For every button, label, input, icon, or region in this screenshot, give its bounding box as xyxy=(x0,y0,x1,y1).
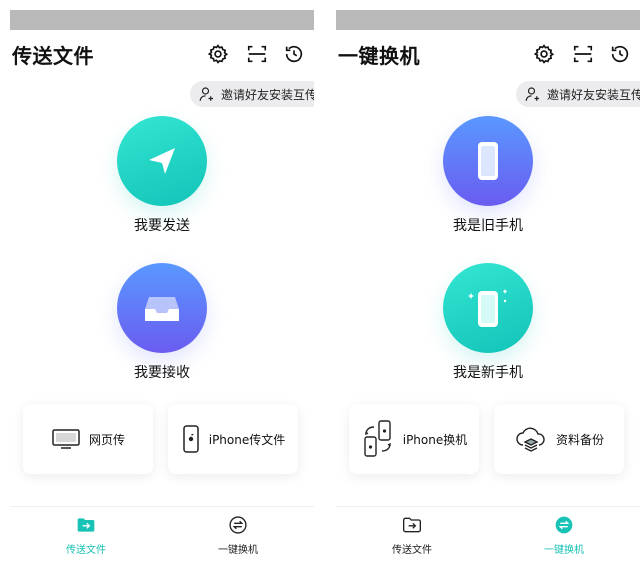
tab-transfer-files[interactable]: 传送文件 xyxy=(336,507,488,564)
status-bar xyxy=(10,10,314,30)
tab-transfer-files[interactable]: 传送文件 xyxy=(10,507,162,564)
data-backup-card[interactable]: 资料备份 xyxy=(494,404,624,474)
receive-label: 我要接收 xyxy=(134,365,190,381)
old-phone-button[interactable] xyxy=(443,116,533,206)
add-user-icon xyxy=(525,87,539,101)
invite-friends-button[interactable]: 邀请好友安装互传 xyxy=(190,81,314,107)
tab-phone-clone[interactable]: 一键换机 xyxy=(162,507,314,564)
iphone-clone-label: iPhone换机 xyxy=(402,432,468,447)
folder-transfer-icon xyxy=(403,517,421,533)
phone-icon xyxy=(478,142,498,180)
new-phone-label: 我是新手机 xyxy=(453,365,523,381)
invite-friends-button[interactable]: 邀请好友安装互传 xyxy=(516,81,640,107)
inbox-tray-icon xyxy=(145,297,179,321)
swap-icon xyxy=(555,516,573,534)
panel-transfer-files: 传送文件 邀请好友安装互传 我要发送 我要接收 网页传 iPhone传文件 传送… xyxy=(0,0,314,567)
web-transfer-card[interactable]: 网页传 xyxy=(23,404,153,474)
folder-transfer-icon xyxy=(77,518,95,532)
receive-button[interactable] xyxy=(117,263,207,353)
tab-label: 传送文件 xyxy=(392,545,432,556)
bottom-nav: 传送文件 一键换机 xyxy=(10,506,314,564)
panel-divider xyxy=(314,0,326,567)
scan-icon[interactable] xyxy=(571,42,595,66)
iphone-icon xyxy=(182,425,199,453)
history-icon[interactable] xyxy=(282,42,306,66)
invite-label: 邀请好友安装互传 xyxy=(221,87,314,102)
new-phone-button[interactable] xyxy=(443,263,533,353)
panel-phone-clone: 一键换机 邀请好友安装互传 我是旧手机 我是新手机 iPhone换机 资料备份 … xyxy=(326,0,640,567)
history-icon[interactable] xyxy=(608,42,632,66)
iphone-clone-card[interactable]: iPhone换机 xyxy=(349,404,479,474)
data-backup-label: 资料备份 xyxy=(555,432,604,447)
page-title: 一键换机 xyxy=(338,44,420,68)
gear-icon[interactable] xyxy=(206,42,230,66)
gear-icon[interactable] xyxy=(532,42,556,66)
tab-label: 一键换机 xyxy=(218,545,258,556)
old-phone-label: 我是旧手机 xyxy=(453,218,523,234)
web-transfer-label: 网页传 xyxy=(88,432,125,447)
monitor-icon xyxy=(52,429,80,449)
swap-icon xyxy=(229,516,247,534)
invite-label: 邀请好友安装互传 xyxy=(547,87,640,102)
tab-label: 传送文件 xyxy=(66,545,106,556)
add-user-icon xyxy=(199,87,213,101)
iphone-transfer-card[interactable]: iPhone传文件 xyxy=(168,404,298,474)
new-phone-sparkle-icon xyxy=(468,289,508,327)
send-label: 我要发送 xyxy=(134,218,190,234)
paper-plane-icon xyxy=(149,148,175,174)
iphone-swap-icon xyxy=(364,420,391,457)
cloud-backup-icon xyxy=(516,427,545,452)
scan-icon[interactable] xyxy=(245,42,269,66)
iphone-transfer-label: iPhone传文件 xyxy=(208,432,286,447)
bottom-nav: 传送文件 一键换机 xyxy=(336,506,640,564)
tab-label: 一键换机 xyxy=(544,545,584,556)
status-bar xyxy=(336,10,640,30)
page-title: 传送文件 xyxy=(12,44,94,68)
tab-phone-clone[interactable]: 一键换机 xyxy=(488,507,640,564)
send-button[interactable] xyxy=(117,116,207,206)
